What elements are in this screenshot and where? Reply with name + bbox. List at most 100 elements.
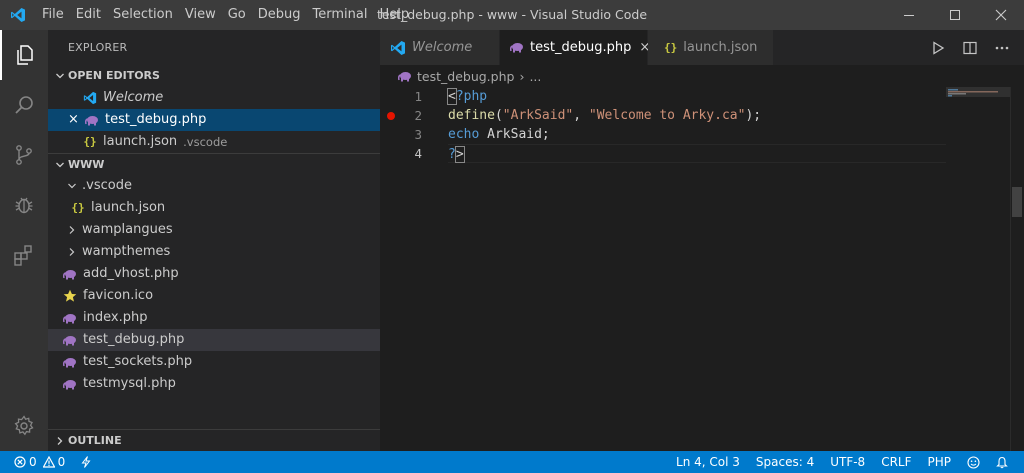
title-bar: File Edit Selection View Go Debug Termin…	[0, 0, 1024, 30]
settings-gear-icon[interactable]	[0, 401, 48, 451]
tree-label: add_vhost.php	[83, 266, 179, 281]
close-icon[interactable]	[978, 0, 1024, 30]
language-mode[interactable]: PHP	[920, 451, 960, 473]
tree-file-favicon[interactable]: favicon.ico	[48, 285, 380, 307]
tab-label: Welcome	[412, 40, 473, 55]
code-editor[interactable]: 1 2 3 4 <?php define("ArkSaid", "Welcome…	[380, 87, 1024, 451]
more-actions-icon[interactable]	[986, 30, 1018, 65]
vertical-scrollbar[interactable]	[1010, 87, 1024, 451]
gutter-line: 2	[380, 106, 440, 125]
end-of-line[interactable]: CRLF	[873, 451, 919, 473]
tree-label: favicon.ico	[83, 288, 154, 303]
outline-header[interactable]: OUTLINE	[48, 429, 380, 451]
bell-icon[interactable]	[988, 451, 1016, 473]
encoding[interactable]: UTF-8	[822, 451, 873, 473]
chevron-down-icon	[64, 178, 80, 194]
feedback-smiley-icon[interactable]	[959, 451, 988, 473]
tree-folder-vscode[interactable]: .vscode	[48, 175, 380, 197]
menu-terminal[interactable]: Terminal	[307, 0, 374, 30]
split-editor-icon[interactable]	[954, 30, 986, 65]
status-bar: 0 0 Ln 4, Col 3 Spaces: 4 UTF-8 CRLF PHP	[0, 451, 1024, 473]
code-line: ?>	[448, 144, 946, 163]
chevron-right-icon	[64, 222, 80, 238]
open-editor-label: Welcome	[103, 90, 164, 105]
open-editor-welcome[interactable]: Welcome	[48, 87, 380, 109]
tree-folder-wampthemes[interactable]: wampthemes	[48, 241, 380, 263]
open-editors-header[interactable]: OPEN EDITORS	[48, 65, 380, 87]
menu-debug[interactable]: Debug	[252, 0, 307, 30]
status-right: Ln 4, Col 3 Spaces: 4 UTF-8 CRLF PHP	[668, 451, 1016, 473]
menu-bar: File Edit Selection View Go Debug Termin…	[36, 0, 415, 30]
code-line: echo ArkSaid;	[448, 127, 550, 142]
tab-test-debug[interactable]: test_debug.php ×	[500, 30, 650, 65]
star-icon	[62, 288, 78, 304]
php-elephant-icon	[398, 71, 412, 82]
explorer-icon[interactable]	[0, 30, 48, 80]
tab-label: test_debug.php	[530, 40, 632, 55]
php-elephant-icon	[62, 354, 78, 370]
tree-file-testmysql[interactable]: testmysql.php	[48, 373, 380, 395]
close-icon[interactable]: ×	[68, 109, 82, 131]
maximize-icon[interactable]	[932, 0, 978, 30]
activity-bar	[0, 30, 48, 451]
tree-label: launch.json	[91, 200, 166, 215]
open-editor-test-debug[interactable]: × test_debug.php	[48, 109, 380, 131]
window-controls	[886, 0, 1024, 30]
open-editors-label: OPEN EDITORS	[68, 69, 160, 82]
tree-file-test-debug[interactable]: test_debug.php	[48, 329, 380, 351]
keyword-token: define	[448, 108, 495, 123]
problems-indicator[interactable]: 0 0	[8, 451, 73, 473]
php-close-tag: ?>	[448, 146, 465, 163]
source-control-icon[interactable]	[0, 130, 48, 180]
chevron-down-icon	[52, 71, 68, 81]
code-lines: <?php define("ArkSaid", "Welcome to Arky…	[447, 87, 946, 163]
tree-label: test_debug.php	[83, 332, 185, 347]
tree-file-add-vhost[interactable]: add_vhost.php	[48, 263, 380, 285]
indentation[interactable]: Spaces: 4	[748, 451, 822, 473]
open-editor-label: launch.json	[103, 134, 178, 149]
tab-label: launch.json	[683, 40, 758, 55]
breadcrumb-separator: ›	[519, 68, 525, 84]
open-editor-launch-json[interactable]: {} launch.json .vscode	[48, 131, 380, 153]
tree-file-test-sockets[interactable]: test_sockets.php	[48, 351, 380, 373]
string-token: "Welcome to Arky.ca"	[588, 108, 746, 123]
minimap[interactable]	[946, 87, 1010, 127]
menu-help[interactable]: Help	[373, 0, 415, 30]
line-number: 4	[414, 146, 422, 161]
tree-label: test_sockets.php	[83, 354, 193, 369]
menu-selection[interactable]: Selection	[107, 0, 179, 30]
editor-tabs: Welcome test_debug.php × {} launch.json	[380, 30, 1024, 65]
lightning-icon[interactable]	[73, 451, 99, 473]
breadcrumb-more[interactable]: ...	[529, 69, 541, 84]
status-left: 0 0	[0, 451, 99, 473]
sidebar-title: EXPLORER	[68, 41, 128, 54]
breadcrumb-file[interactable]: test_debug.php	[417, 69, 514, 84]
menu-go[interactable]: Go	[222, 0, 252, 30]
menu-edit[interactable]: Edit	[70, 0, 107, 30]
minimize-icon[interactable]	[886, 0, 932, 30]
menu-view[interactable]: View	[179, 0, 222, 30]
tree-folder-wamplangues[interactable]: wamplangues	[48, 219, 380, 241]
editor-actions	[922, 30, 1018, 65]
breadcrumb: test_debug.php › ...	[380, 65, 1024, 87]
scrollbar-thumb[interactable]	[1012, 187, 1022, 217]
menu-file[interactable]: File	[36, 0, 70, 30]
folder-label: WWW	[68, 157, 105, 171]
debug-icon[interactable]	[0, 180, 48, 230]
error-icon	[14, 456, 26, 468]
breakpoint-icon[interactable]	[387, 112, 395, 120]
extensions-icon[interactable]	[0, 230, 48, 280]
php-elephant-icon	[510, 42, 524, 53]
run-icon[interactable]	[922, 30, 954, 65]
folder-header-www[interactable]: WWW	[48, 153, 380, 175]
php-elephant-icon	[62, 266, 78, 282]
php-elephant-icon	[84, 112, 100, 128]
json-braces-icon: {}	[83, 135, 97, 148]
cursor-position[interactable]: Ln 4, Col 3	[668, 451, 748, 473]
tab-launch-json[interactable]: {} launch.json	[648, 30, 774, 65]
tab-welcome[interactable]: Welcome	[380, 30, 500, 65]
chevron-down-icon	[52, 160, 68, 170]
tree-file-index[interactable]: index.php	[48, 307, 380, 329]
search-icon[interactable]	[0, 80, 48, 130]
tree-file-launch-json[interactable]: {} launch.json	[48, 197, 380, 219]
